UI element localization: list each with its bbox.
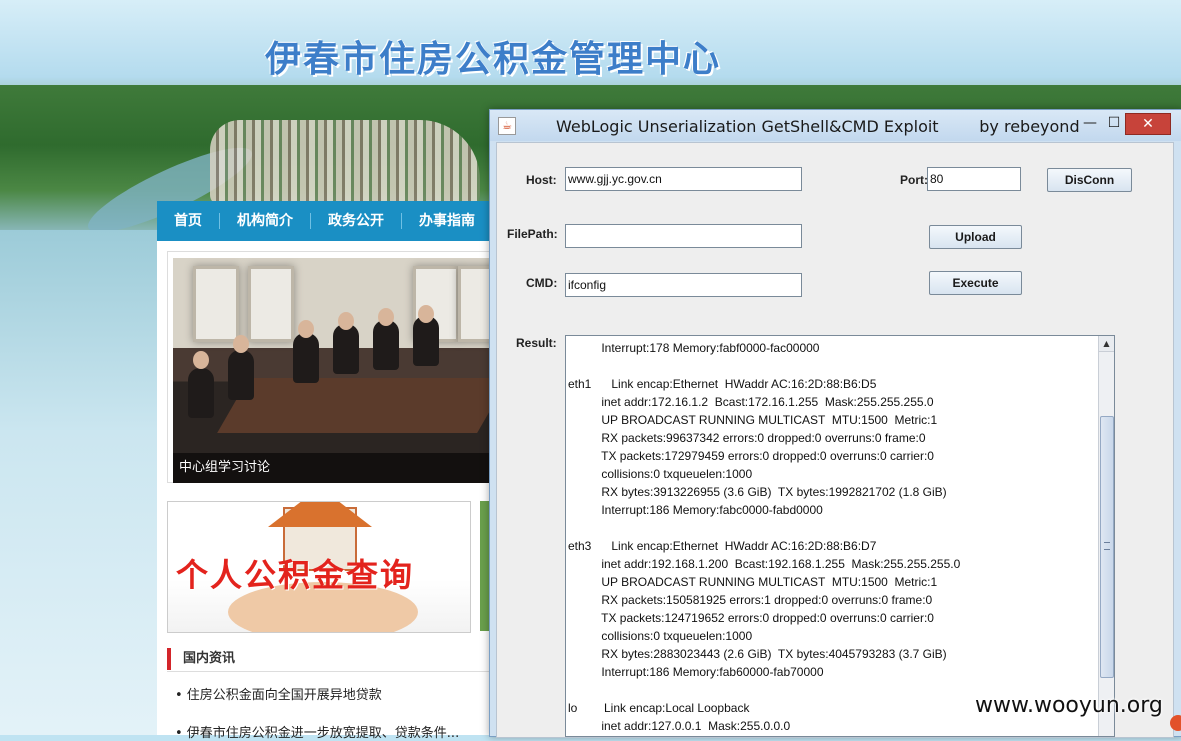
result-scrollbar[interactable]: ▲ (1098, 336, 1114, 736)
window-shape (248, 266, 294, 342)
meeting-table-shape (217, 378, 489, 433)
news-item[interactable]: • 住房公积金面向全国开展异地贷款 (175, 684, 475, 703)
person-shape (188, 368, 214, 418)
person-shape (373, 320, 399, 370)
window-title: WebLogic Unserialization GetShell&CMD Ex… (556, 117, 1080, 136)
person-shape (333, 324, 359, 374)
news-photo[interactable]: 中心组学习讨论 (173, 258, 489, 483)
result-label: Result: (516, 336, 557, 350)
result-output: Interrupt:178 Memory:fabf0000-fac00000 e… (568, 341, 961, 733)
host-input[interactable] (565, 167, 802, 191)
news-item[interactable]: • 伊春市住房公积金进一步放宽提取、贷款条件... (175, 722, 475, 741)
window-shape (458, 266, 489, 342)
filepath-label: FilePath: (507, 227, 558, 241)
cmd-input[interactable] (565, 273, 802, 297)
photo-caption: 中心组学习讨论 (173, 453, 489, 483)
person-head-shape (233, 335, 249, 353)
window-titlebar[interactable]: ☕ WebLogic Unserialization GetShell&CMD … (490, 110, 1181, 141)
corner-app-icon (1170, 715, 1181, 731)
person-shape (413, 316, 439, 366)
site-title: 伊春市住房公积金管理中心 (265, 39, 722, 80)
news-section-heading: 国内资讯 (167, 648, 490, 670)
nav-item-public-affairs[interactable]: 政务公开 (311, 213, 402, 229)
form-panel: Host: Port: DisConn FilePath: Upload CMD… (496, 142, 1174, 738)
scroll-up-arrow-icon[interactable]: ▲ (1099, 336, 1114, 352)
result-textarea[interactable]: Interrupt:178 Memory:fabf0000-fac00000 e… (565, 335, 1115, 737)
execute-button[interactable]: Execute (929, 271, 1022, 295)
port-label: Port: (900, 173, 928, 187)
disconnect-button[interactable]: DisConn (1047, 168, 1132, 192)
grip-icon (1104, 542, 1110, 550)
personal-fund-query-banner[interactable]: 个人公积金查询 (167, 501, 471, 633)
watermark: www.wooyun.org (975, 693, 1163, 718)
roof-shape (268, 502, 372, 527)
maximize-button[interactable]: ☐ (1101, 113, 1127, 133)
page-side-fade (0, 230, 160, 735)
upload-button[interactable]: Upload (929, 225, 1022, 249)
port-input[interactable] (927, 167, 1021, 191)
scrollbar-thumb[interactable] (1100, 416, 1114, 678)
banner-text: 个人公积金查询 (176, 556, 415, 594)
close-button[interactable]: ✕ (1125, 113, 1171, 135)
host-label: Host: (526, 173, 557, 187)
cmd-label: CMD: (526, 276, 558, 290)
nav-item-about[interactable]: 机构简介 (220, 213, 311, 229)
person-head-shape (418, 305, 434, 323)
exploit-window: ☕ WebLogic Unserialization GetShell&CMD … (489, 109, 1181, 738)
person-head-shape (338, 312, 354, 330)
divider (167, 671, 490, 672)
nav-item-guide[interactable]: 办事指南 (402, 213, 492, 229)
person-head-shape (298, 320, 314, 338)
java-icon: ☕ (498, 117, 516, 135)
news-photo-frame: 中心组学习讨论 (167, 251, 491, 483)
person-shape (228, 350, 254, 400)
minimize-button[interactable]: — (1077, 113, 1103, 133)
window-shape (193, 266, 239, 342)
person-head-shape (193, 351, 209, 369)
town-image (210, 120, 480, 205)
person-head-shape (378, 308, 394, 326)
site-nav: 首页 机构简介 政务公开 办事指南 (157, 201, 490, 241)
site-content: 中心组学习讨论 个人公积金查询 国内资讯 • 住房公积金面向全国开展异地贷款 •… (157, 241, 491, 741)
filepath-input[interactable] (565, 224, 802, 248)
nav-item-home[interactable]: 首页 (157, 213, 220, 229)
person-shape (293, 333, 319, 383)
